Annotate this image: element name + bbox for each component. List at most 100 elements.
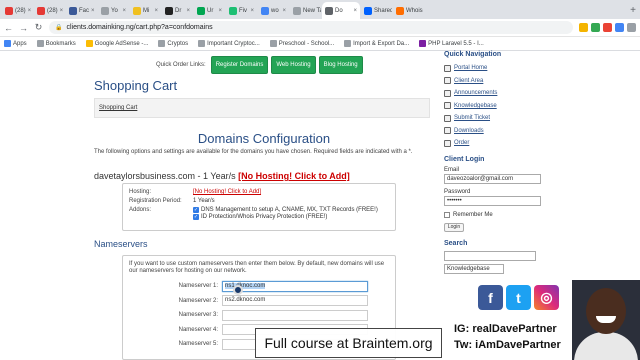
new-tab-icon[interactable]: + — [630, 2, 636, 19]
browser-tab[interactable]: Shared× — [361, 2, 392, 19]
tab-label: Whois — [406, 7, 423, 14]
nav-item-link[interactable]: Order — [454, 140, 469, 146]
search-type-select[interactable]: Knowledgebase — [444, 263, 504, 274]
extensions — [579, 23, 636, 32]
presenter-webcam — [572, 280, 640, 360]
browser-tab[interactable]: Ur × — [194, 2, 225, 19]
nav-item-link[interactable]: Downloads — [454, 128, 484, 134]
bookmark-item[interactable]: Important Cryptoc... — [198, 40, 260, 47]
search-input[interactable] — [444, 250, 536, 261]
browser-tab[interactable]: (28) × — [2, 2, 33, 19]
sidebar-nav-item[interactable]: Knowledgebase — [444, 100, 640, 113]
sidebar-nav-item[interactable]: Portal Home — [444, 62, 640, 75]
nameserver-1-input[interactable]: ns1.dknoc.com — [222, 280, 368, 292]
sidebar: Quick Navigation Portal Home Client Area A… — [444, 51, 640, 274]
tab-favicon-icon — [293, 6, 301, 15]
bookmark-label: Preschool - School... — [278, 40, 335, 47]
bookmark-item[interactable]: Google AdSense -... — [85, 40, 149, 47]
nav-item-link[interactable]: Client Area — [454, 78, 483, 84]
bookmark-icon — [85, 40, 93, 47]
browser-tab[interactable]: Whois× — [393, 2, 424, 19]
nameserver-row: Nameserver 1: ns1.dknoc.com — [129, 279, 389, 293]
sidebar-nav-item[interactable]: Client Area — [444, 75, 640, 88]
tab-close-icon[interactable]: × — [91, 8, 95, 14]
email-field[interactable]: daveozoalor@gmail.com — [444, 173, 541, 184]
quick-nav-title: Quick Navigation — [444, 51, 502, 58]
browser-tab[interactable]: New Ta× — [290, 2, 321, 19]
sidebar-nav-item[interactable]: Submit Ticket — [444, 112, 640, 125]
nav-item-link[interactable]: Announcements — [454, 90, 497, 96]
web-hosting-button[interactable]: Web Hosting — [271, 56, 316, 74]
breadcrumb-link[interactable]: Shopping Cart — [99, 105, 137, 111]
intro-text: The following options and settings are a… — [94, 149, 413, 155]
remember-checkbox[interactable] — [444, 211, 450, 218]
dns-addon-checkbox[interactable]: ✓ — [193, 207, 199, 213]
bookmark-icon — [198, 40, 206, 47]
tab-close-icon[interactable]: × — [154, 8, 158, 14]
sidebar-nav-item[interactable]: Downloads — [444, 125, 640, 138]
tab-close-icon[interactable]: × — [122, 8, 126, 14]
domain-title: davetaylorsbusiness.com - 1 Year/s [No H… — [94, 171, 350, 181]
remember-label: Remember Me — [453, 211, 493, 218]
browser-tab[interactable]: Fiv × — [226, 2, 257, 19]
tab-label: (28) — [47, 7, 58, 14]
sidebar-nav-item[interactable]: Order — [444, 137, 640, 150]
url-text: clients.domainking.ng/cart.php?a=confdom… — [66, 24, 213, 31]
tab-favicon-icon — [133, 6, 141, 15]
social-icons: f t ◎ — [478, 285, 559, 310]
tab-close-icon[interactable]: × — [186, 8, 190, 14]
profile-icon[interactable] — [627, 23, 636, 32]
tab-close-icon[interactable]: × — [60, 8, 64, 14]
hosting-add-link[interactable]: [No Hosting! Click to Add] — [193, 189, 261, 195]
login-button[interactable]: Login — [444, 222, 464, 232]
browser-tab[interactable]: Mi × — [130, 2, 161, 19]
bookmark-item[interactable]: Bookmarks — [36, 40, 76, 47]
idprotect-addon-checkbox[interactable]: ✓ — [193, 214, 199, 220]
tab-close-icon[interactable]: × — [250, 8, 254, 14]
browser-tab[interactable]: Do × — [322, 2, 360, 19]
star-icon[interactable] — [579, 23, 588, 32]
tab-label: (28) — [15, 7, 26, 14]
browser-tab-bar: (28)×(28)×Fac×Yo×Mi×Dr×Ur×Fiv×wo×New Ta×… — [0, 0, 640, 19]
bookmark-label: Import & Export Da... — [353, 40, 410, 47]
extension-icon[interactable] — [603, 23, 612, 32]
nameserver-2-input[interactable]: ns2.dknoc.com — [222, 295, 368, 306]
nav-item-link[interactable]: Portal Home — [454, 65, 487, 71]
browser-tab[interactable]: (28) × — [34, 2, 65, 19]
remember-me[interactable]: Remember Me — [444, 211, 640, 218]
nav-item-icon — [444, 127, 451, 135]
tab-label: Ur — [207, 7, 214, 14]
back-icon[interactable]: ← — [4, 23, 13, 33]
browser-tab[interactable]: Yo × — [98, 2, 129, 19]
bookmark-item[interactable]: Import & Export Da... — [344, 40, 409, 47]
bookmark-icon — [4, 40, 11, 47]
bookmark-item[interactable]: Apps — [4, 40, 27, 47]
period-label: Registration Period: — [129, 198, 182, 204]
facebook-icon: f — [478, 285, 503, 310]
nav-item-link[interactable]: Submit Ticket — [454, 115, 490, 121]
register-domains-button[interactable]: Register Domains — [210, 56, 269, 74]
nameserver-3-input[interactable] — [222, 309, 368, 321]
tab-close-icon[interactable]: × — [28, 8, 32, 14]
tab-close-icon[interactable]: × — [353, 8, 357, 14]
browser-tab[interactable]: Dr × — [162, 2, 193, 19]
bookmark-item[interactable]: Preschool - School... — [269, 40, 335, 47]
sidebar-nav-item[interactable]: Announcements — [444, 87, 640, 100]
password-field[interactable]: ••••••• — [444, 195, 541, 206]
extension-icon[interactable] — [615, 23, 624, 32]
bookmark-item[interactable]: Cryptos — [158, 40, 188, 47]
bookmark-item[interactable]: PHP Laravel 5.5 - I... — [419, 40, 484, 47]
browser-tab[interactable]: wo × — [258, 2, 289, 19]
tab-close-icon[interactable]: × — [282, 8, 286, 14]
bookmark-label: Google AdSense -... — [94, 40, 149, 47]
domain-no-hosting-link[interactable]: [No Hosting! Click to Add] — [238, 171, 350, 181]
nav-item-link[interactable]: Knowledgebase — [454, 103, 497, 109]
blog-hosting-button[interactable]: Blog Hosting — [318, 56, 363, 74]
forward-icon[interactable]: → — [19, 23, 28, 33]
extension-icon[interactable] — [591, 23, 600, 32]
url-field[interactable]: 🔒 clients.domainking.ng/cart.php?a=confd… — [49, 21, 573, 34]
reload-icon[interactable]: ↻ — [34, 22, 43, 33]
browser-tab[interactable]: Fac × — [66, 2, 97, 19]
tab-close-icon[interactable]: × — [218, 8, 222, 14]
client-login-title: Client Login — [444, 155, 485, 163]
